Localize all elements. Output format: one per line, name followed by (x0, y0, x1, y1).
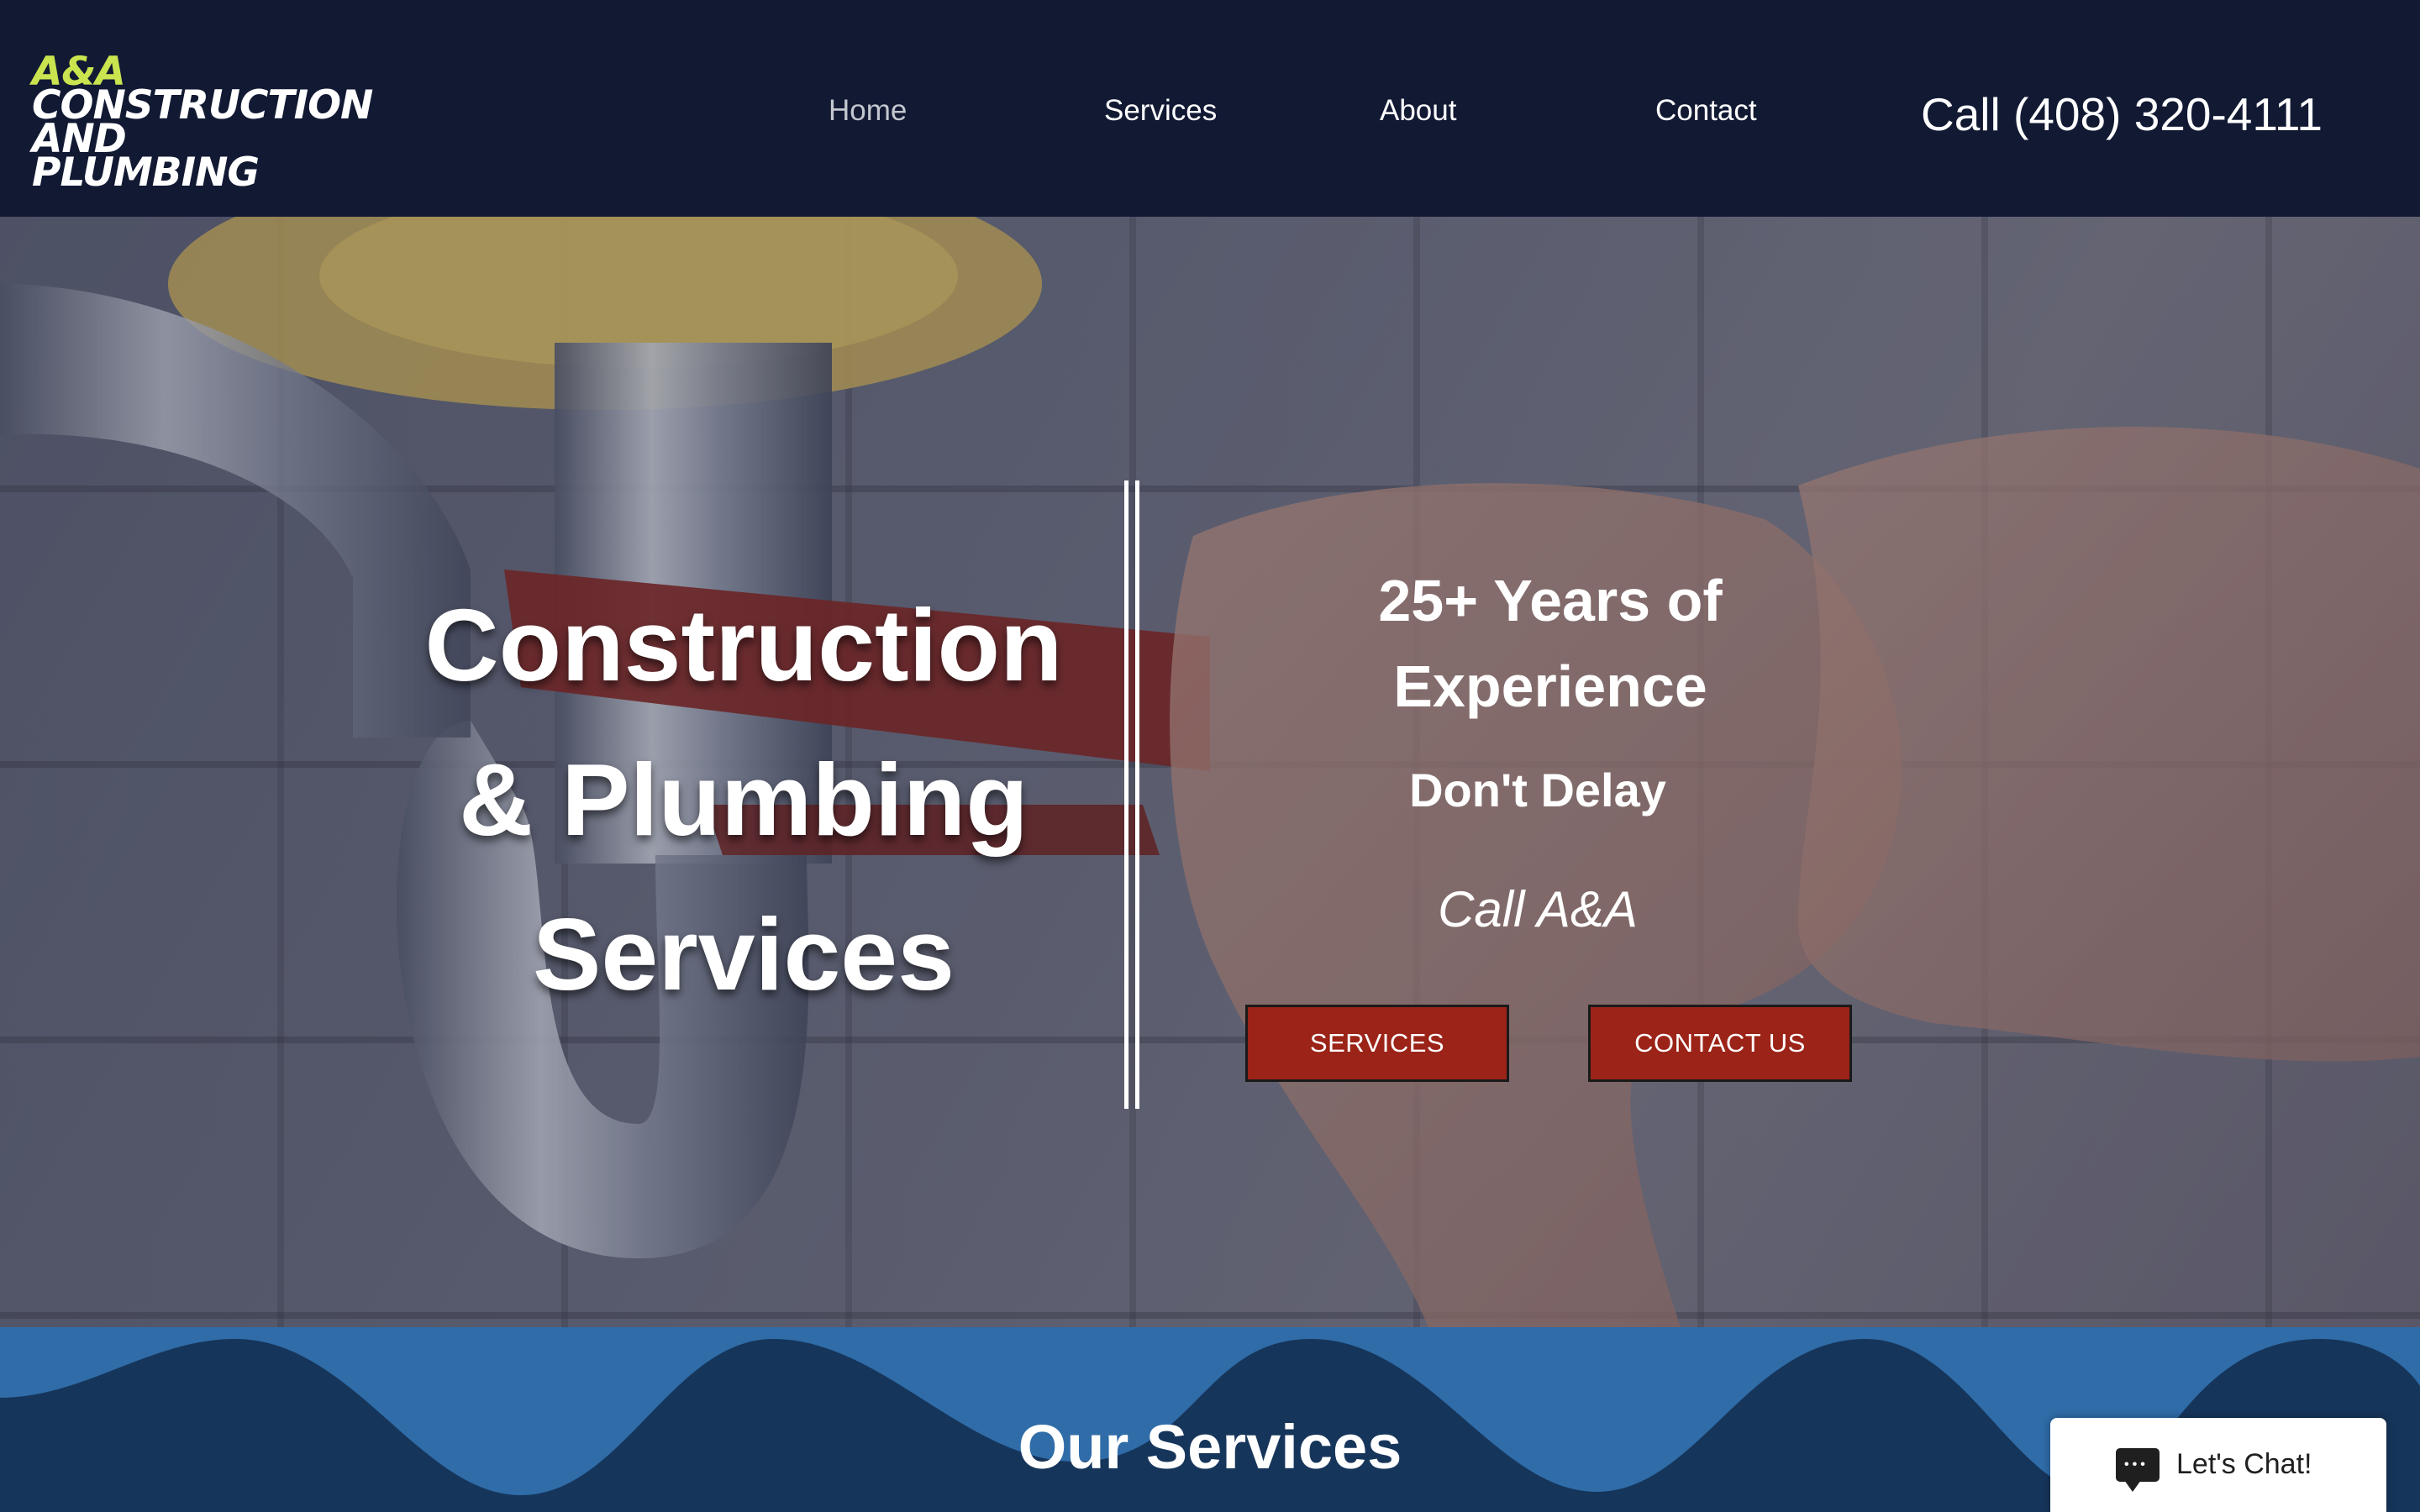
hero-title: Construction & Plumbing Services (361, 568, 1126, 1032)
phone-link[interactable]: Call (408) 320-4111 (1921, 87, 2323, 141)
contact-us-button[interactable]: CONTACT US (1588, 1005, 1852, 1082)
hero-title-line: & Plumbing (459, 743, 1028, 857)
nav-services[interactable]: Services (1104, 94, 1217, 128)
hero-section: Construction & Plumbing Services 25+ Yea… (0, 217, 2420, 1327)
nav-home[interactable]: Home (829, 94, 907, 128)
site-logo[interactable]: A&A CONSTRUCTION AND PLUMBING (32, 52, 402, 196)
hero-divider (1124, 480, 1139, 1109)
services-button[interactable]: SERVICES (1245, 1005, 1509, 1082)
logo-line: PLUMBING (32, 150, 260, 196)
experience-line: 25+ Years of (1378, 568, 1723, 633)
call-text: Call A&A (1438, 881, 1638, 937)
tagline: Don't Delay (1409, 764, 1666, 816)
site-header: A&A CONSTRUCTION AND PLUMBING Home Servi… (0, 0, 2420, 217)
nav-about[interactable]: About (1380, 94, 1456, 128)
chat-label: Let's Chat! (2176, 1448, 2312, 1480)
experience-heading: 25+ Years of Experience (1294, 558, 1807, 729)
chat-icon: ••• (2116, 1448, 2160, 1492)
chat-widget[interactable]: ••• Let's Chat! (2050, 1418, 2386, 1512)
hero-title-line: Construction (424, 588, 1063, 702)
experience-line: Experience (1393, 654, 1707, 719)
nav-contact[interactable]: Contact (1655, 94, 1757, 128)
hero-title-line: Services (533, 897, 955, 1011)
section-title: Our Services (1018, 1412, 1402, 1482)
